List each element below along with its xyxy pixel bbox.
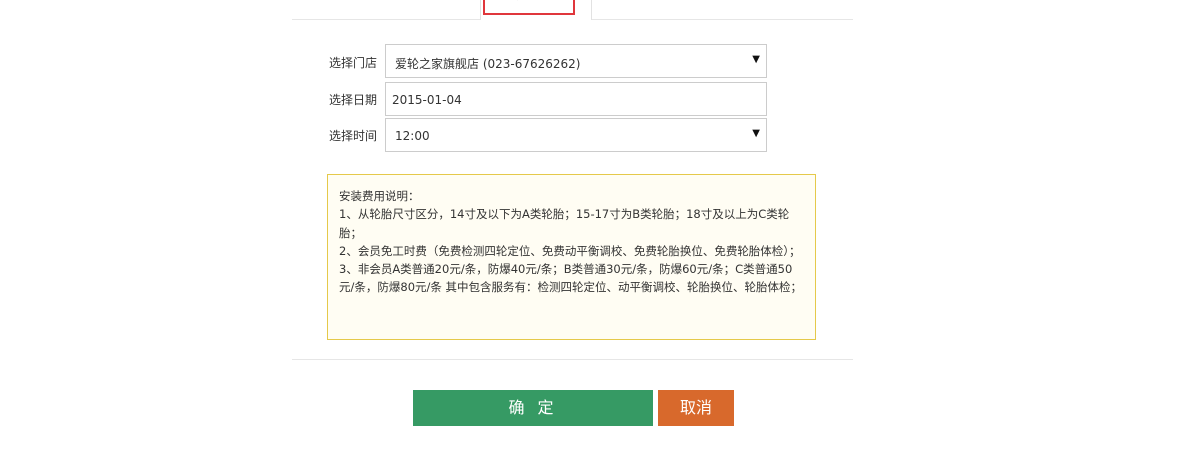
notice-line: 1、从轮胎尺寸区分，14寸及以下为A类轮胎；15-17寸为B类轮胎；18寸及以上… xyxy=(339,207,790,240)
store-select[interactable]: 爱轮之家旗舰店 (023-67626262) ▼ xyxy=(385,44,767,78)
store-select-value: 爱轮之家旗舰店 (023-67626262) xyxy=(395,57,581,71)
notice-line: 3、非会员A类普通20元/条，防爆40元/条；B类普通30元/条，防爆60元/条… xyxy=(339,262,803,295)
date-label: 选择日期 xyxy=(329,93,378,107)
time-select[interactable]: 12:00 ▼ xyxy=(385,118,767,152)
bottom-divider xyxy=(292,359,853,360)
time-select-value: 12:00 xyxy=(395,129,430,143)
tab-label: 门店预约 xyxy=(483,0,575,15)
dropdown-arrow-icon: ▼ xyxy=(752,54,760,65)
confirm-button[interactable]: 确 定 xyxy=(413,390,653,426)
time-label: 选择时间 xyxy=(329,129,378,143)
store-label: 选择门店 xyxy=(329,56,378,70)
tab-store-booking[interactable]: 门店预约 xyxy=(480,0,592,20)
dropdown-arrow-icon: ▼ xyxy=(752,128,760,139)
cancel-button[interactable]: 取消 xyxy=(658,390,734,426)
date-input-value: 2015-01-04 xyxy=(392,93,462,107)
fee-notice: 安装费用说明： 1、从轮胎尺寸区分，14寸及以下为A类轮胎；15-17寸为B类轮… xyxy=(327,174,816,340)
notice-title: 安装费用说明： xyxy=(339,189,420,203)
date-input[interactable]: 2015-01-04 xyxy=(385,82,767,116)
notice-line: 2、会员免工时费（免费检测四轮定位、免费动平衡调校、免费轮胎换位、免费轮胎体检）… xyxy=(339,243,801,258)
